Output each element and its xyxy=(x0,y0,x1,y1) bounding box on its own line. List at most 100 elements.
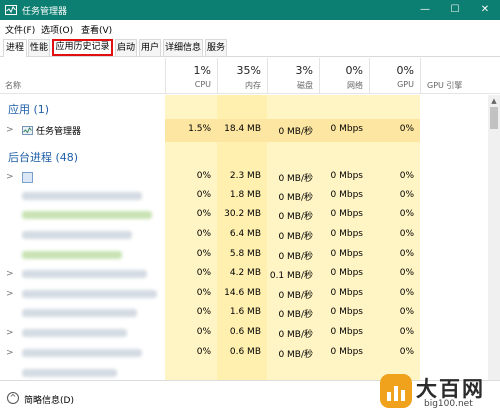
process-cpu: 0% xyxy=(196,288,211,298)
expand-arrow-icon[interactable]: > xyxy=(6,125,14,135)
expand-arrow-icon[interactable]: > xyxy=(6,328,14,338)
process-memory: 2.3 MB xyxy=(229,171,261,181)
process-cpu: 0% xyxy=(196,171,211,181)
tab-details[interactable]: 详细信息 xyxy=(163,39,203,56)
expand-arrow-icon[interactable]: > xyxy=(6,172,14,182)
process-gpu: 0% xyxy=(399,229,414,239)
process-gpu: 0% xyxy=(399,288,414,298)
process-disk: 0 MB/秒 xyxy=(278,291,313,301)
process-cpu: 0% xyxy=(196,229,211,239)
menu-file[interactable]: 文件(F) xyxy=(5,23,35,36)
process-network: 0 Mbps xyxy=(330,307,363,317)
process-network: 0 Mbps xyxy=(330,249,363,259)
process-cpu: 0% xyxy=(196,209,211,219)
expand-arrow-icon[interactable]: > xyxy=(6,289,14,299)
memory-total-percent: 35% xyxy=(236,64,261,77)
process-disk: 0 MB/秒 xyxy=(278,310,313,320)
process-network: 0 Mbps xyxy=(330,124,363,134)
process-cpu: 0% xyxy=(196,327,211,337)
process-network: 0 Mbps xyxy=(330,288,363,298)
tab-performance[interactable]: 性能 xyxy=(28,39,50,56)
process-gpu: 0% xyxy=(399,327,414,337)
blurred-process-name xyxy=(22,349,142,357)
vertical-scrollbar[interactable]: ▲ xyxy=(488,95,500,380)
blurred-process-name xyxy=(22,369,117,377)
process-gpu: 0% xyxy=(399,249,414,259)
task-manager-process-icon xyxy=(22,126,33,135)
menu-bar: 文件(F) 选项(O) 查看(V) xyxy=(0,20,500,37)
menu-view[interactable]: 查看(V) xyxy=(81,23,112,36)
close-button[interactable]: ✕ xyxy=(470,0,500,20)
scrollbar-thumb[interactable] xyxy=(490,107,498,129)
window-title: 任务管理器 xyxy=(22,7,68,17)
chevron-up-icon[interactable]: ^ xyxy=(7,392,19,404)
process-network: 0 Mbps xyxy=(330,229,363,239)
process-memory: 30.2 MB xyxy=(224,209,261,219)
process-memory: 6.4 MB xyxy=(229,229,261,239)
gpu-total-percent: 0% xyxy=(396,64,414,77)
process-disk: 0 MB/秒 xyxy=(278,193,313,203)
process-network: 0 Mbps xyxy=(330,209,363,219)
gpu-engine-column-label: GPU 引擎 xyxy=(427,81,463,90)
disk-column-label: 磁盘 xyxy=(297,81,313,90)
process-memory: 1.8 MB xyxy=(229,190,261,200)
process-gpu: 0% xyxy=(399,268,414,278)
expand-arrow-icon[interactable]: > xyxy=(6,348,14,358)
blurred-process-name xyxy=(22,231,132,239)
process-cpu: 0% xyxy=(196,347,211,357)
process-network: 0 Mbps xyxy=(330,327,363,337)
watermark-url: big100.net xyxy=(424,399,473,409)
blurred-process-name xyxy=(22,290,157,298)
process-network: 0 Mbps xyxy=(330,268,363,278)
minimize-button[interactable]: — xyxy=(410,0,440,20)
process-disk: 0 MB/秒 xyxy=(278,350,313,360)
site-watermark: 大百网 big100.net xyxy=(380,372,498,412)
column-header-gpu[interactable]: 0% GPU xyxy=(369,58,420,94)
process-memory: 1.6 MB xyxy=(229,307,261,317)
process-disk: 0 MB/秒 xyxy=(278,252,313,262)
column-header-name[interactable]: 名称 xyxy=(5,80,21,91)
group-title-background: 后台进程 (48) xyxy=(8,151,79,164)
process-gpu: 0% xyxy=(399,347,414,357)
process-cpu: 0% xyxy=(196,307,211,317)
maximize-button[interactable]: ☐ xyxy=(440,0,470,20)
process-memory: 4.2 MB xyxy=(229,268,261,278)
blurred-process-name xyxy=(22,251,122,259)
column-header-cpu[interactable]: 1% CPU xyxy=(165,58,217,94)
task-manager-app-icon xyxy=(5,5,17,15)
scroll-up-arrow-icon[interactable]: ▲ xyxy=(488,95,500,107)
column-header-network[interactable]: 0% 网络 xyxy=(319,58,369,94)
memory-column-label: 内存 xyxy=(245,81,261,90)
process-network: 0 Mbps xyxy=(330,347,363,357)
process-memory: 0.6 MB xyxy=(229,327,261,337)
tab-app-history[interactable]: 应用历史记录 xyxy=(52,39,113,56)
process-disk: 0 MB/秒 xyxy=(278,174,313,184)
tab-startup[interactable]: 启动 xyxy=(115,39,137,56)
expand-arrow-icon[interactable]: > xyxy=(6,269,14,279)
network-total-percent: 0% xyxy=(345,64,363,77)
process-cpu: 0% xyxy=(196,268,211,278)
tab-users[interactable]: 用户 xyxy=(139,39,161,56)
process-disk: 0 MB/秒 xyxy=(278,127,313,137)
process-memory: 0.6 MB xyxy=(229,347,261,357)
blurred-process-name xyxy=(22,329,127,337)
group-header-background: 后台进程 (48) xyxy=(0,144,488,167)
network-column-label: 网络 xyxy=(347,81,363,90)
tab-processes[interactable]: 进程 xyxy=(3,39,27,57)
fewer-details-link[interactable]: 简略信息(D) xyxy=(24,393,74,406)
column-header-memory[interactable]: 35% 内存 xyxy=(217,58,267,94)
process-cpu: 1.5% xyxy=(188,124,211,134)
group-header-apps: 应用 (1) xyxy=(0,96,488,119)
blurred-process-name xyxy=(22,211,152,219)
cpu-total-percent: 1% xyxy=(193,64,211,77)
process-row-task-manager[interactable]: > 任务管理器 1.5% 18.4 MB 0 MB/秒 0 Mbps 0% xyxy=(0,119,488,142)
process-gpu: 0% xyxy=(399,307,414,317)
blurred-process-name xyxy=(22,192,142,200)
column-header-gpu-engine[interactable]: GPU 引擎 xyxy=(420,58,488,94)
column-header-row: 名称 1% CPU 35% 内存 3% 磁盘 0% 网络 0% GPU GPU … xyxy=(0,58,500,94)
menu-options[interactable]: 选项(O) xyxy=(41,23,73,36)
tab-services[interactable]: 服务 xyxy=(205,39,227,56)
column-header-disk[interactable]: 3% 磁盘 xyxy=(267,58,319,94)
group-title-apps: 应用 (1) xyxy=(8,103,50,116)
process-name: 任务管理器 xyxy=(36,127,82,137)
